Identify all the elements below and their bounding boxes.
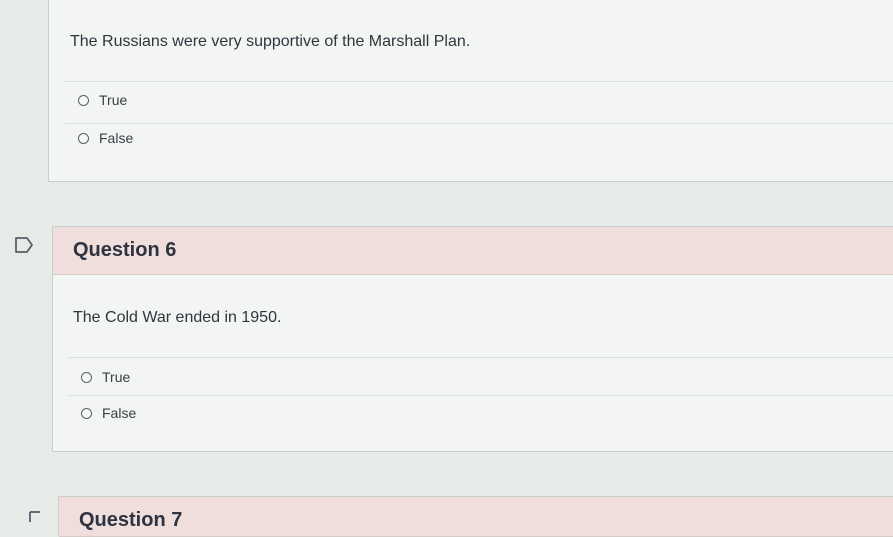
option-label: True	[102, 369, 131, 385]
option-label: False	[102, 405, 137, 421]
radio-button[interactable]	[81, 371, 92, 383]
question-6-header: Question 6	[53, 227, 893, 275]
radio-button[interactable]	[81, 407, 92, 419]
question-6-text: The Cold War ended in 1950.	[73, 309, 282, 326]
question-6-option-false[interactable]: False	[81, 405, 136, 421]
question-7-header: Question 7	[59, 497, 893, 537]
question-5-option-true[interactable]: True	[78, 92, 127, 108]
divider	[65, 81, 893, 82]
question-6-title: Question 6	[73, 239, 177, 261]
radio-button[interactable]	[78, 94, 89, 106]
question-5-card: The Russians were very supportive of the…	[48, 0, 893, 182]
question-7-card: Question 7	[58, 496, 893, 537]
option-label: True	[99, 92, 128, 108]
flag-question-icon[interactable]	[14, 236, 34, 254]
radio-button[interactable]	[78, 132, 89, 144]
divider	[69, 395, 893, 396]
question-6-option-true[interactable]: True	[81, 369, 130, 385]
question-5-option-false[interactable]: False	[78, 130, 133, 146]
question-5-text: The Russians were very supportive of the…	[70, 33, 471, 50]
question-7-title: Question 7	[79, 509, 183, 531]
question-6-card: Question 6 The Cold War ended in 1950. T…	[52, 226, 893, 452]
divider	[69, 357, 893, 358]
option-label: False	[99, 130, 134, 146]
divider	[65, 123, 893, 124]
